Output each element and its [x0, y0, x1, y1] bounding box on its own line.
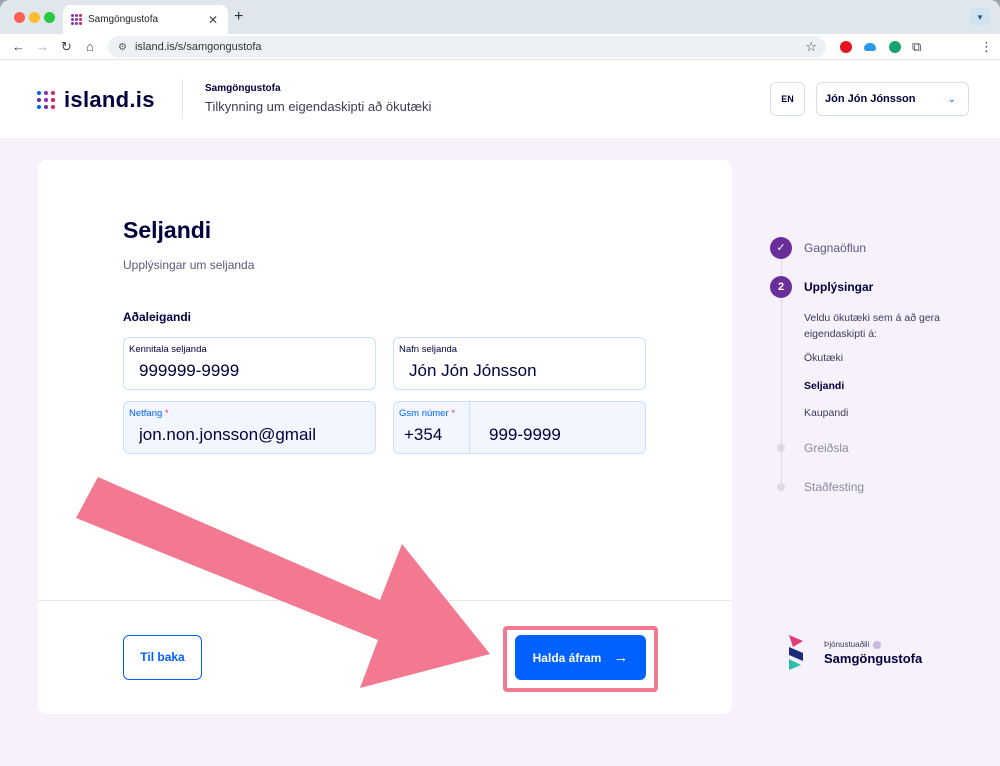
section-title: Aðaleigandi [123, 310, 192, 324]
opera-extension-icon[interactable] [840, 41, 852, 53]
email-label: Netfang * [129, 408, 169, 419]
country-code-divider [469, 402, 470, 453]
browser-window: Samgöngustofa ✕ + ▾ ← → ↻ ⌂ ⚙ island.is/… [0, 0, 1000, 766]
tab-search-chevron-icon[interactable]: ▾ [970, 8, 990, 26]
name-value: Jón Jón Jónsson [409, 361, 537, 380]
application-title: Tilkynning um eigendaskipti að ökutæki [205, 99, 432, 114]
grammarly-extension-icon[interactable] [889, 41, 901, 53]
step-gagnaoflun: Gagnaöflun [804, 241, 867, 255]
continue-label: Halda áfram [532, 650, 602, 665]
arrow-right-icon: → [613, 649, 629, 666]
tab-title: Samgöngustofa [88, 14, 159, 25]
substep-okutaeki: Ökutæki [804, 352, 844, 364]
language-switch-button[interactable]: EN [770, 82, 805, 116]
home-icon[interactable]: ⌂ [86, 39, 94, 54]
card-divider [38, 600, 732, 601]
phone-label: Gsm númer * [399, 408, 455, 419]
country-code-select[interactable]: +354 [404, 425, 442, 445]
email-input[interactable]: jon.non.jonsson@gmail [139, 425, 364, 445]
maximize-window-button[interactable] [44, 12, 55, 23]
step-number-2: 2 [770, 276, 792, 298]
name-label: Nafn seljanda [399, 344, 458, 355]
kennitala-field: Kennitala seljanda 999999-9999 [123, 337, 376, 390]
provider-caption: Þjónustuaðili [824, 640, 882, 649]
user-menu-button[interactable]: Jón Jón Jónsson ⌄ [816, 82, 969, 116]
samgongustofa-logo-icon [789, 635, 803, 670]
back-button[interactable]: Til baka [123, 635, 202, 680]
provider-name: Samgöngustofa [824, 651, 923, 666]
kennitala-value: 999999-9999 [139, 361, 240, 380]
form-title: Seljandi [123, 217, 212, 243]
chevron-down-icon: ⌄ [947, 93, 956, 105]
info-icon[interactable] [873, 640, 882, 649]
step-upplysingar: Upplýsingar [804, 280, 874, 294]
browser-menu-icon[interactable]: ⋮ [980, 39, 993, 55]
site-header: island.is Samgöngustofa Tilkynning um ei… [0, 60, 1000, 138]
logo-text: island.is [64, 87, 155, 112]
continue-button[interactable]: Halda áfram → [515, 635, 646, 680]
extensions-puzzle-icon[interactable]: ⧉ [912, 39, 924, 54]
header-divider [182, 79, 183, 119]
step-pending-dot [777, 444, 785, 452]
site-settings-icon[interactable]: ⚙ [118, 42, 127, 53]
minimize-window-button[interactable] [29, 12, 40, 23]
tab-bar: Samgöngustofa ✕ + ▾ [0, 0, 1000, 34]
step-pending-dot [777, 483, 785, 491]
new-tab-button[interactable]: + [234, 8, 243, 26]
island-logo-dots-icon [37, 91, 55, 109]
back-arrow-icon[interactable]: ← [12, 39, 25, 54]
progress-stepper: ✓ Gagnaöflun 2 Upplýsingar Veldu ökutæki… [760, 230, 990, 510]
cloud-extension-icon[interactable] [864, 43, 876, 51]
form-card: Seljandi Upplýsingar um seljanda Aðaleig… [38, 160, 732, 714]
kennitala-label: Kennitala seljanda [129, 344, 207, 355]
substep-description: Veldu ökutæki sem á að gera eigendaskipt… [804, 312, 940, 340]
step-stadfesting: Staðfesting [804, 480, 865, 494]
phone-field[interactable]: Gsm númer * +354 999-9999 [393, 401, 646, 454]
step-greidsla: Greiðsla [804, 441, 849, 455]
substep-kaupandi: Kaupandi [804, 407, 849, 419]
browser-toolbar: ← → ↻ ⌂ ⚙ island.is/s/samgongustofa ☆ ⧉ … [0, 34, 1000, 60]
name-field: Nafn seljanda Jón Jón Jónsson [393, 337, 646, 390]
step-done-check-icon: ✓ [770, 237, 792, 259]
form-subtitle: Upplýsingar um seljanda [123, 258, 255, 272]
email-field[interactable]: Netfang * jon.non.jonsson@gmail [123, 401, 376, 454]
forward-arrow-icon[interactable]: → [36, 39, 49, 54]
close-window-button[interactable] [14, 12, 25, 23]
bookmark-star-icon[interactable]: ☆ [805, 39, 817, 55]
reload-icon[interactable]: ↻ [61, 39, 72, 55]
island-favicon-icon [71, 14, 82, 25]
island-logo[interactable]: island.is [37, 87, 155, 113]
substep-seljandi: Seljandi [804, 380, 845, 392]
address-bar[interactable]: ⚙ island.is/s/samgongustofa ☆ [108, 36, 826, 58]
address-url: island.is/s/samgongustofa [134, 41, 262, 53]
organization-name: Samgöngustofa [205, 83, 281, 94]
browser-tab[interactable]: Samgöngustofa ✕ [63, 5, 228, 34]
tab-close-icon[interactable]: ✕ [208, 13, 218, 27]
phone-input[interactable]: 999-9999 [489, 425, 561, 445]
user-name: Jón Jón Jónsson [825, 93, 916, 105]
